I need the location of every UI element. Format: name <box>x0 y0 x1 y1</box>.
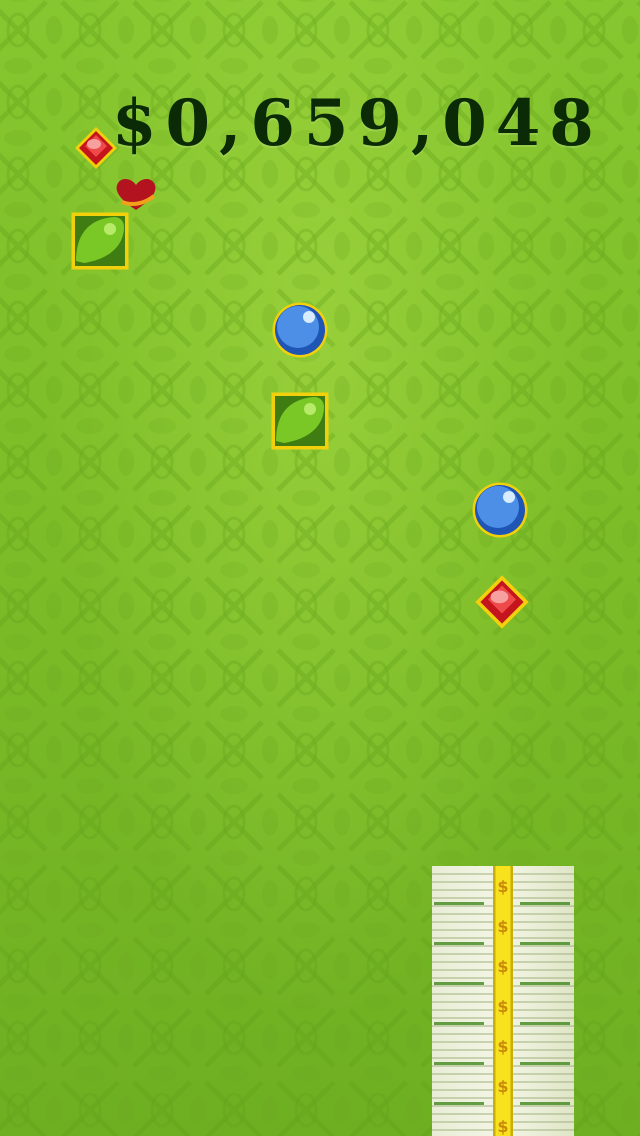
money-stack-icon[interactable]: $ $ $ $ $ $ $ <box>432 866 574 1136</box>
money-band-symbol: $ <box>497 997 508 1016</box>
green-square-gem-icon[interactable] <box>70 211 130 271</box>
game-board[interactable]: $0,659,048 $ $ $ $ $ $ $ <box>0 0 640 1136</box>
blue-sphere-gem-icon[interactable] <box>472 482 528 538</box>
heart-icon <box>116 179 156 210</box>
score-display: $0,659,048 <box>112 86 603 161</box>
green-square-gem-icon[interactable] <box>270 391 330 451</box>
red-diamond-gem-icon[interactable] <box>74 126 118 170</box>
money-band-symbol: $ <box>497 917 508 936</box>
money-band-symbol: $ <box>497 877 508 896</box>
blue-sphere-gem-icon[interactable] <box>272 302 328 358</box>
money-band-symbol: $ <box>497 1077 508 1096</box>
red-diamond-gem-icon[interactable] <box>474 574 530 630</box>
money-band-symbol: $ <box>497 1037 508 1056</box>
money-band-symbol: $ <box>497 957 508 976</box>
money-band-symbol: $ <box>497 1117 508 1136</box>
